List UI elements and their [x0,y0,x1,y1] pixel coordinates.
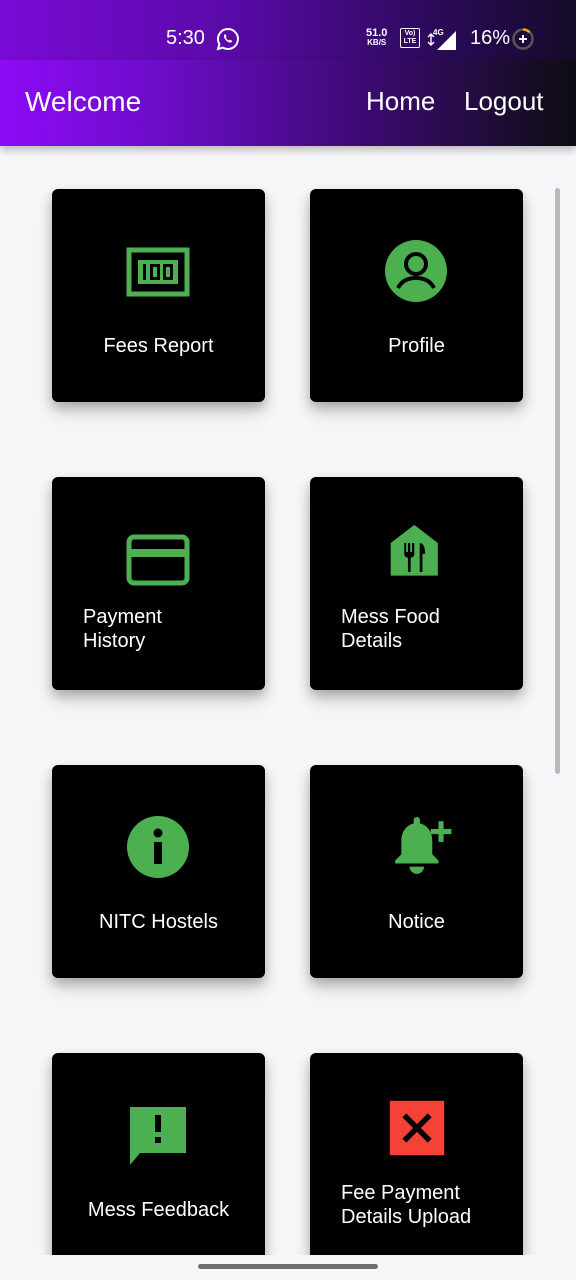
credit-card-icon [126,534,190,586]
volte-icon: Vo) LTE [400,28,420,48]
battery-percentage: 16% [470,27,511,49]
network-speed-unit: KB/S [367,38,387,47]
battery-saver-icon [512,28,534,50]
card-label: Notice [388,911,445,933]
status-bar: 5:30 51.0 KB/S Vo) LTE 4G 16% [0,0,576,60]
card-label: Mess Food Details [341,606,440,652]
status-time: 5:30 [166,27,205,49]
network-speed-value: 51.0 [366,27,388,39]
volte-bottom: LTE [403,38,417,45]
card-label: Payment History [83,606,162,652]
card-label: NITC Hostels [99,911,218,933]
card-profile[interactable]: Profile [310,189,523,402]
network-type: 4G [433,28,444,37]
card-payment-history[interactable]: Payment History [52,477,265,690]
whatsapp-icon [216,27,239,51]
card-mess-feedback[interactable]: Mess Feedback [52,1053,265,1266]
card-mess-food-details[interactable]: Mess Food Details [310,477,523,690]
gesture-bar[interactable] [198,1264,378,1269]
home-link[interactable]: Home [366,86,435,117]
card-notice[interactable]: Notice [310,765,523,978]
close-box-icon [389,1100,445,1156]
money-icon [126,247,190,297]
card-fees-report[interactable]: Fees Report [52,189,265,402]
card-label: Fee Payment Details Upload [341,1182,472,1228]
card-nitc-hostels[interactable]: NITC Hostels [52,765,265,978]
feedback-icon [130,1107,186,1165]
info-icon [127,816,189,878]
page-title: Welcome [25,86,142,117]
scrollbar[interactable] [555,188,560,774]
app-bar: Welcome Home Logout [0,60,576,146]
restaurant-house-icon [390,524,438,576]
network-speed: 51.0 KB/S [366,28,387,48]
volte-top: Vo) [404,30,416,37]
notification-add-icon [395,817,452,874]
card-fee-payment-details-upload[interactable]: Fee Payment Details Upload [310,1053,523,1266]
card-label: Fees Report [103,335,214,357]
account-circle-icon [385,240,447,302]
card-label: Profile [388,335,445,357]
logout-link[interactable]: Logout [464,86,544,117]
card-label: Mess Feedback [87,1199,230,1221]
signal-icon: 4G [427,28,456,50]
